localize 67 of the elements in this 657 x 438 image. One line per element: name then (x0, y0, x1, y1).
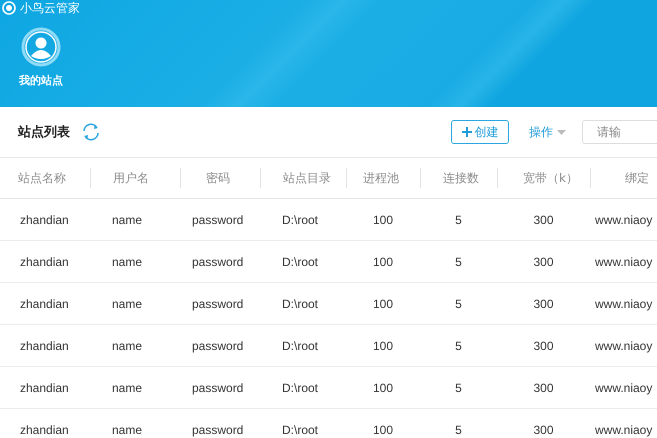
refresh-icon[interactable] (80, 122, 102, 142)
column-header: 密码 (180, 168, 260, 188)
table-cell-text: 100 (372, 254, 394, 268)
table-cell-text: zhandian (19, 422, 70, 436)
table-cell-text: name (111, 338, 144, 352)
table-cell-text: D:\root (281, 296, 320, 310)
app-title: 小鸟云管家 (20, 1, 80, 15)
table-cell-text: 5 (454, 422, 463, 436)
table-cell-text: zhandian (19, 338, 70, 352)
column-header: 进程池 (346, 168, 420, 188)
table-cell-text: D:\root (281, 338, 320, 352)
table-cell-text: 100 (372, 422, 394, 436)
table-cell-text: 100 (372, 380, 394, 394)
table-cell-text: 5 (454, 338, 463, 352)
table-cell-text: name (111, 254, 144, 268)
plus-icon (462, 127, 472, 137)
table-cell-text: password (191, 296, 244, 310)
table-cell-text: zhandian (19, 212, 70, 226)
column-header: 用户名 (90, 168, 180, 188)
user-avatar-icon (21, 27, 61, 67)
table-cell-text: 100 (372, 212, 394, 226)
table-cell-text: D:\root (281, 254, 320, 268)
table-cell-text: 5 (454, 296, 463, 310)
table-cell-text: 300 (532, 422, 555, 436)
table-cell-text: password (191, 212, 244, 226)
table-cell-text: www.niaoy (594, 296, 654, 310)
table-cell-text: password (191, 254, 244, 268)
table-cell-text: 5 (454, 380, 463, 394)
table-cell-text: name (111, 296, 144, 310)
column-header: 站点名称 (17, 170, 67, 187)
table-cell-text: password (191, 422, 244, 436)
actions-menu[interactable]: 操作 (529, 124, 566, 140)
column-header: 宽带（k） (497, 168, 590, 188)
table-cell-text: 5 (454, 254, 463, 268)
table-cell-text: name (111, 422, 144, 436)
table-cell-text: 5 (454, 212, 463, 226)
table-cell-text: name (111, 380, 144, 394)
table-cell-text: D:\root (281, 422, 320, 436)
search-field[interactable]: 请输 (582, 120, 657, 144)
table-cell-text: zhandian (19, 296, 70, 310)
table-cell-text: www.niaoy (594, 380, 654, 394)
my-sites-nav-item[interactable]: 我的站点 (10, 23, 72, 92)
table-cell-text: www.niaoy (594, 254, 654, 268)
create-button[interactable]: 创建 (451, 120, 509, 144)
table-cell-text: www.niaoy (594, 212, 654, 226)
table-cell-text: zhandian (19, 254, 70, 268)
table-cell-text: zhandian (19, 380, 70, 394)
table-cell-text: www.niaoy (594, 338, 654, 352)
table-cell-text: 300 (532, 254, 555, 268)
column-header: 站点目录 (260, 168, 346, 188)
site-list-title: 站点列表 (18, 124, 70, 141)
table-cell-text: 300 (532, 380, 555, 394)
table-cell-text: name (111, 212, 144, 226)
table-cell-text: password (191, 338, 244, 352)
table-cell-text: D:\root (281, 212, 320, 226)
table-cell-text: 300 (532, 212, 555, 226)
column-header: 绑定 (590, 168, 657, 188)
table-cell-text: 100 (372, 296, 394, 310)
table-cell-text: D:\root (281, 380, 320, 394)
logo-icon (2, 1, 16, 15)
table-cell-text: password (191, 380, 244, 394)
table-cell-text: www.niaoy (594, 422, 654, 436)
table-cell-text: 300 (532, 338, 555, 352)
caret-icon (557, 130, 566, 134)
table-cell-text: 300 (532, 296, 555, 310)
table-cell-text: 100 (372, 338, 394, 352)
column-header: 连接数 (420, 168, 497, 188)
